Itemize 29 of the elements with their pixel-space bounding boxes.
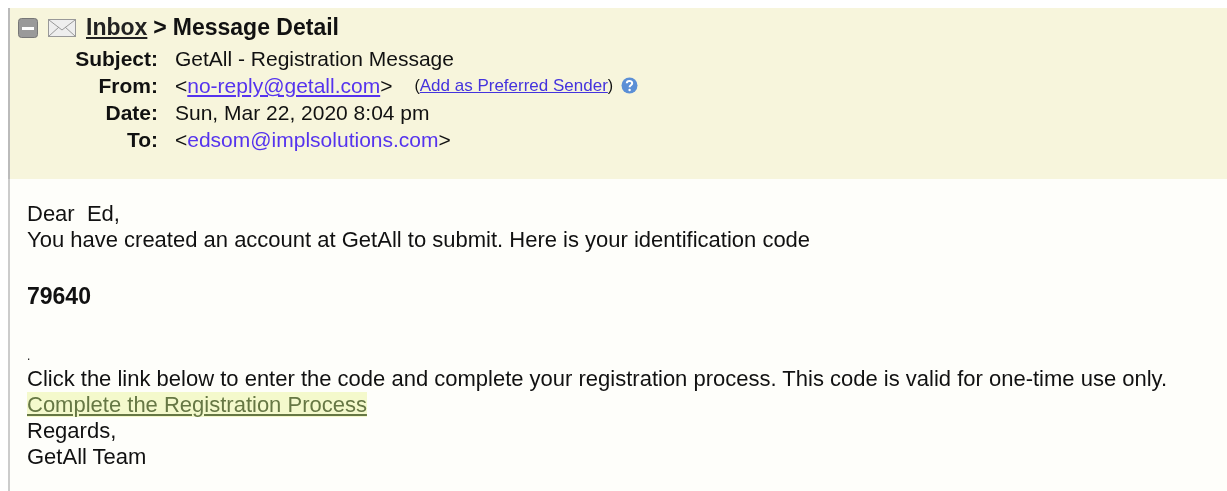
paren-text: ( [414, 76, 420, 96]
dot-text: . [27, 349, 31, 363]
field-value: GetAll - Registration Message [175, 46, 454, 72]
inbox-link[interactable]: Inbox [86, 14, 148, 41]
message-text: Regards, [27, 418, 117, 443]
preferred-sender-link[interactable]: Add as Preferred Sender [419, 72, 608, 99]
field-label: Subject: [74, 46, 158, 72]
message-text: GetAll Team [27, 444, 147, 469]
message-text: You have created an account at GetAll to submit. Here is your identification code [27, 227, 811, 252]
message-text: Dear Ed, [27, 201, 120, 226]
envelope-icon [48, 18, 76, 37]
field-value: < [175, 73, 188, 99]
field-value: > [438, 127, 451, 153]
field-label: To: [125, 127, 158, 153]
paren-text: ) [607, 76, 614, 96]
field-label: Date: [104, 100, 158, 126]
registration-link[interactable]: Complete the Registration Process [27, 392, 367, 417]
identification-code: 79640 [27, 283, 91, 309]
help-icon[interactable] [621, 77, 639, 94]
message-text: Click the link below to enter the code and complete your registration process. This code is valid for one-time use only. [27, 366, 1168, 391]
email-link[interactable]: no-reply@getall.com [187, 72, 381, 99]
field-value: Sun, Mar 22, 2020 8:04 pm [175, 100, 430, 126]
collapse-icon[interactable] [18, 17, 38, 38]
field-label: From: [97, 73, 158, 99]
field-value: < [175, 127, 188, 153]
field-value: > [380, 73, 393, 99]
email-address[interactable]: edsom@implsolutions.com [187, 126, 439, 153]
breadcrumb-separator: > [153, 14, 167, 41]
page-title: Message Detail [172, 14, 339, 41]
